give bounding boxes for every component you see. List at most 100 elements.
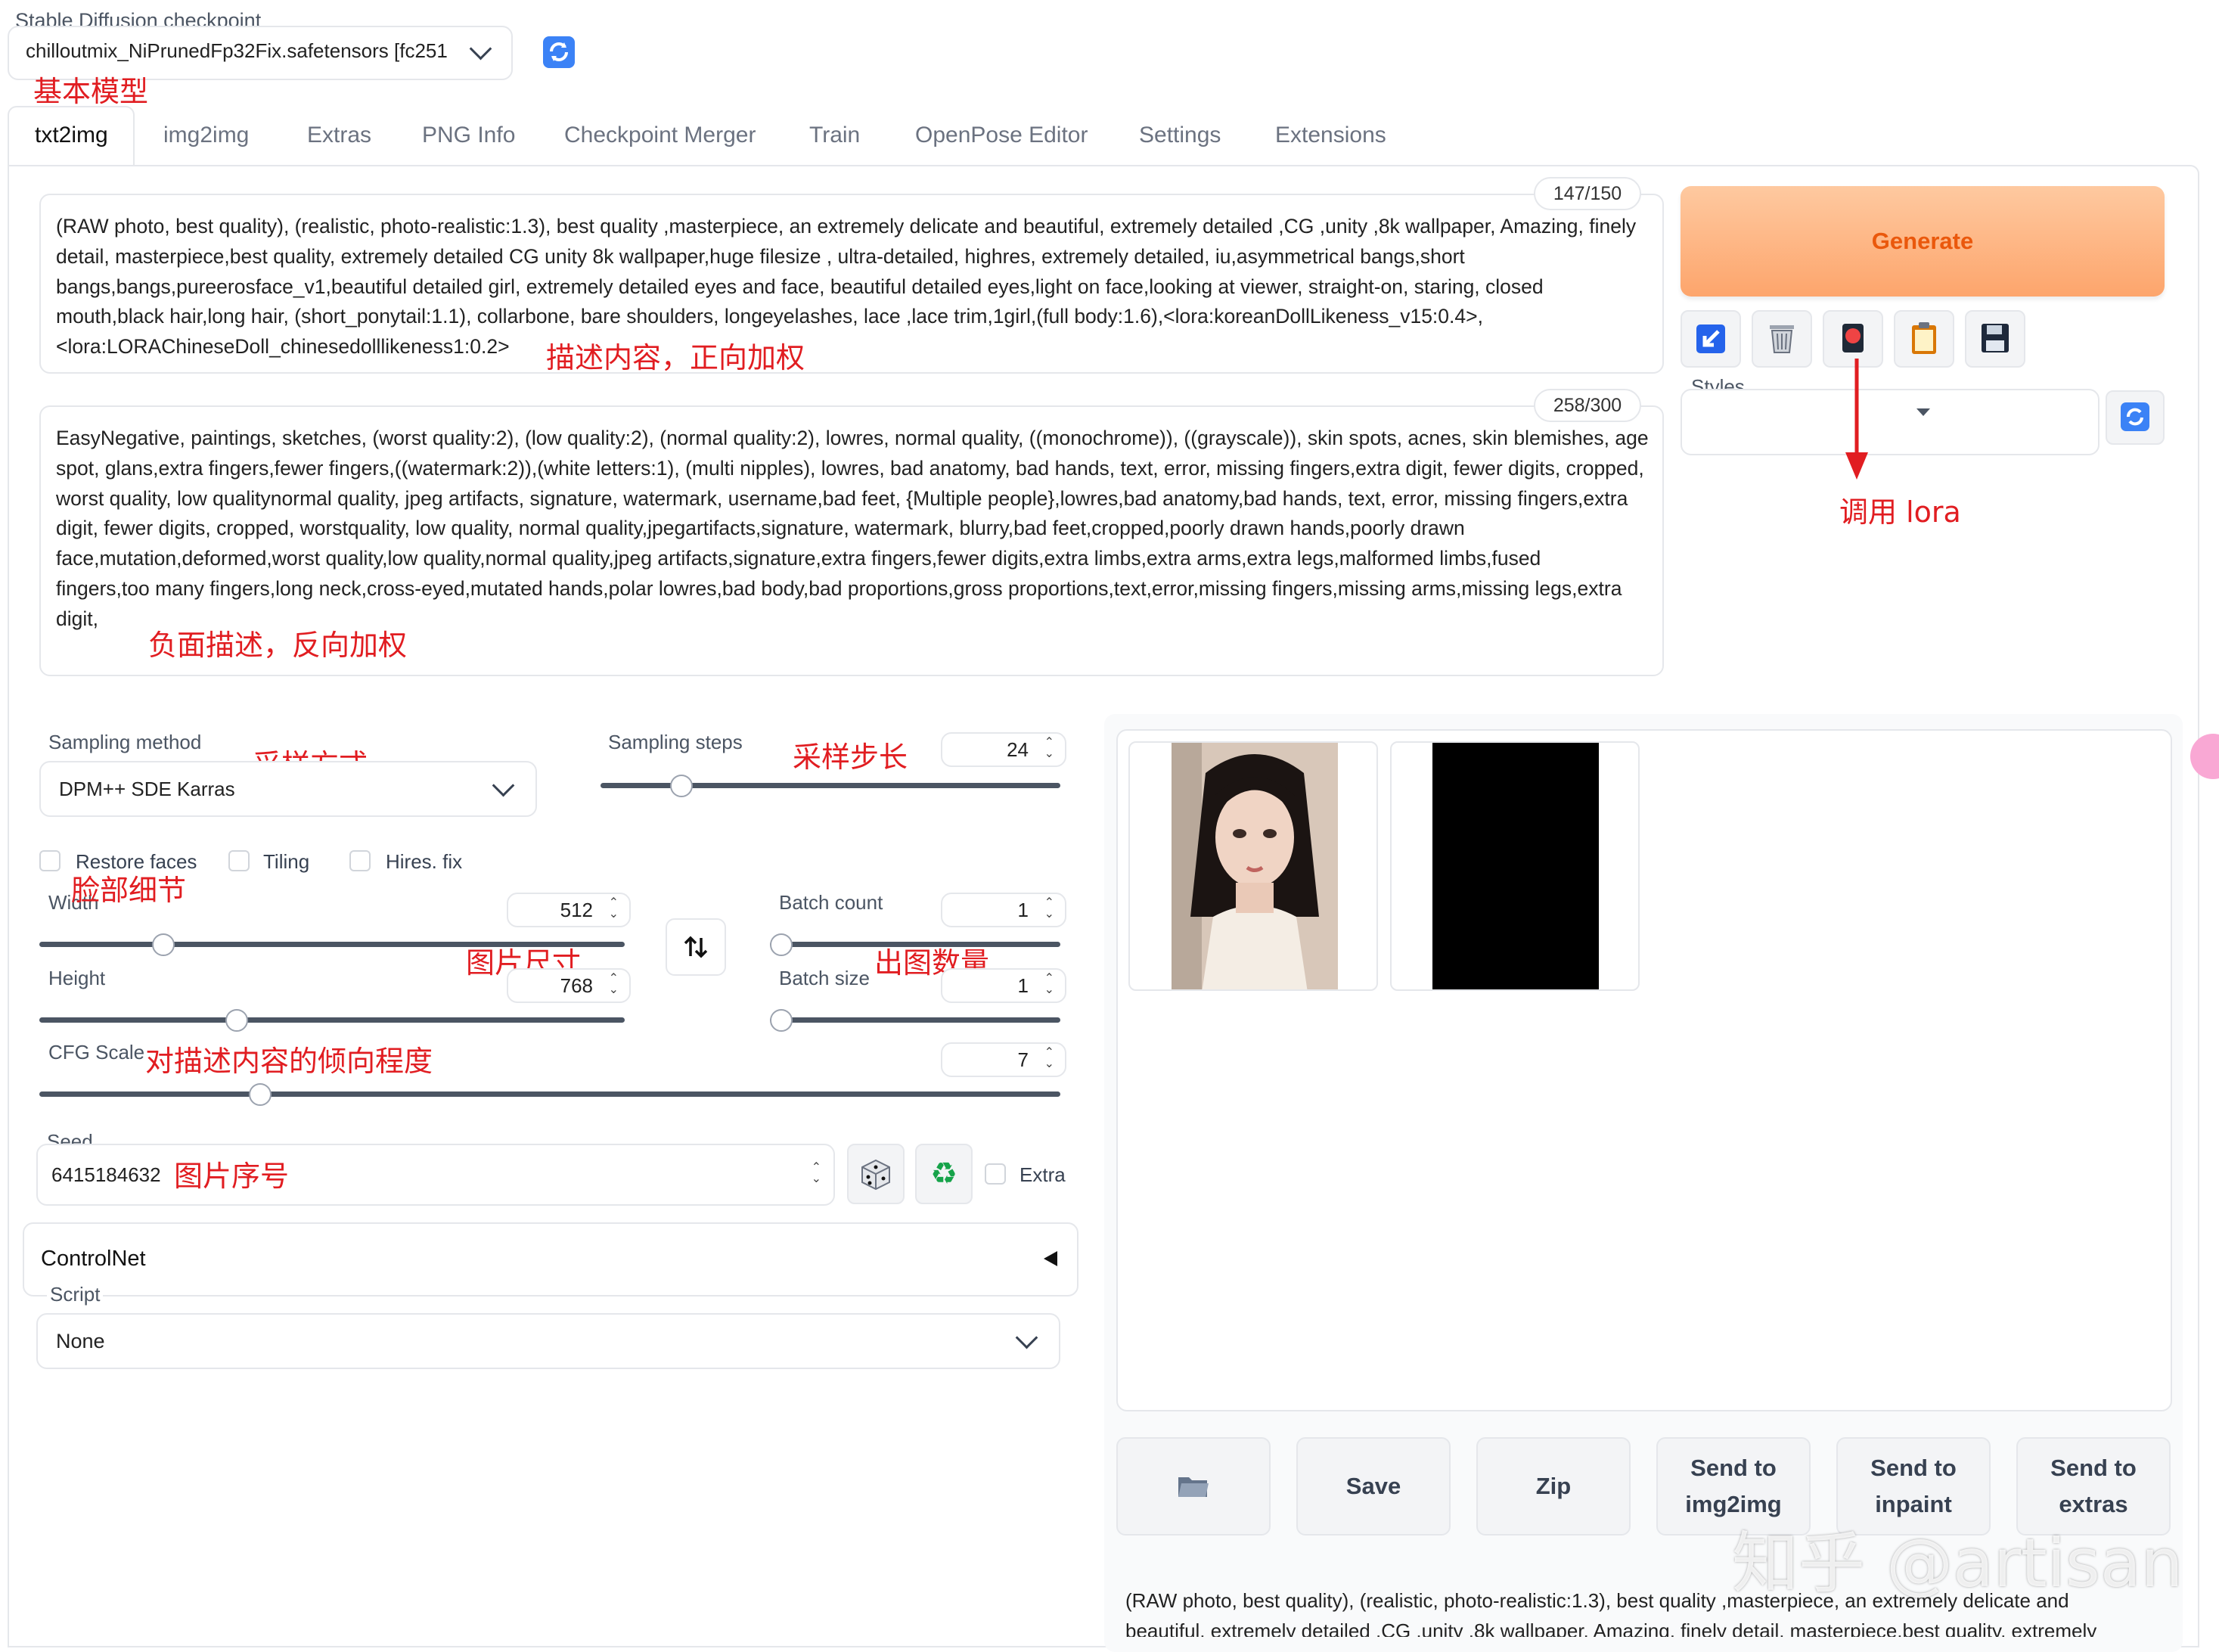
sampling-method-label: Sampling method: [48, 731, 202, 753]
height-slider[interactable]: [39, 1005, 625, 1035]
zip-label: Zip: [1535, 1473, 1572, 1499]
annotation-sampling-steps: 采样步长: [793, 741, 908, 774]
output-gallery: [1116, 729, 2172, 1411]
generate-label: Generate: [1871, 228, 1974, 254]
gallery-thumbnail[interactable]: [1390, 741, 1640, 991]
slider-thumb[interactable]: [770, 933, 793, 956]
dice-icon: [861, 1159, 890, 1191]
restore-faces-checkbox[interactable]: [39, 850, 61, 871]
negative-token-counter: 258/300: [1534, 389, 1641, 422]
batch-size-value: 1: [1017, 974, 1029, 997]
annotation-cfg: 对描述内容的倾向程度: [145, 1045, 433, 1078]
tab-checkpoint-merger[interactable]: Checkpoint Merger: [564, 123, 756, 148]
reuse-seed-button[interactable]: ♻: [915, 1144, 973, 1204]
portrait-image: [1172, 743, 1338, 989]
slider-thumb[interactable]: [151, 933, 175, 956]
tab-train[interactable]: Train: [809, 123, 860, 148]
spinner-icon: ⌃ ⌄: [1044, 736, 1054, 760]
black-image: [1432, 743, 1599, 989]
tab-settings[interactable]: Settings: [1139, 123, 1221, 148]
arrow-down-left-icon: [1696, 324, 1725, 353]
swap-dimensions-button[interactable]: [666, 918, 726, 976]
sampling-steps-slider[interactable]: [601, 770, 1060, 800]
width-input[interactable]: 512 ⌃ ⌄: [507, 893, 631, 927]
save-label: Save: [1345, 1473, 1401, 1499]
batch-size-input[interactable]: 1 ⌃ ⌄: [941, 968, 1066, 1003]
generate-button[interactable]: Generate: [1681, 186, 2165, 297]
tiling-checkbox[interactable]: [228, 850, 250, 871]
cfg-scale-value: 7: [1017, 1048, 1029, 1071]
cfg-scale-input[interactable]: 7 ⌃ ⌄: [941, 1042, 1066, 1077]
sampling-steps-input[interactable]: 24 ⌃ ⌄: [941, 732, 1066, 767]
zip-button[interactable]: Zip: [1476, 1437, 1631, 1536]
gallery-thumbnail[interactable]: [1128, 741, 1378, 991]
chevron-down-icon: [492, 774, 515, 797]
extra-seed-label: Extra: [1019, 1163, 1066, 1186]
tab-png-info[interactable]: PNG Info: [422, 123, 515, 148]
annotation-base-model: 基本模型: [33, 75, 149, 108]
clear-prompt-button[interactable]: [1752, 310, 1812, 368]
read-params-button[interactable]: [1681, 310, 1741, 368]
height-label: Height: [48, 967, 106, 989]
folder-icon: [1178, 1477, 1209, 1497]
batch-count-value: 1: [1017, 899, 1029, 921]
height-input[interactable]: 768 ⌃ ⌄: [507, 968, 631, 1003]
sampling-method-value: DPM++ SDE Karras: [59, 778, 235, 800]
chevron-down-icon: [469, 37, 492, 61]
seed-input[interactable]: 6415184632 ⌃ ⌄: [36, 1144, 835, 1206]
save-button[interactable]: Save: [1296, 1437, 1451, 1536]
save-style-button[interactable]: [1965, 310, 2025, 368]
slider-thumb[interactable]: [225, 1009, 248, 1032]
refresh-checkpoint-button[interactable]: [529, 27, 587, 76]
cfg-scale-label: CFG Scale: [48, 1041, 145, 1064]
apply-style-button[interactable]: [1894, 310, 1954, 368]
spinner-icon: ⌃ ⌄: [1044, 972, 1054, 996]
spinner-icon: ⌃ ⌄: [608, 896, 619, 921]
styles-select[interactable]: [1681, 389, 2100, 455]
controlnet-accordion[interactable]: ControlNet: [23, 1222, 1078, 1296]
random-seed-button[interactable]: [847, 1144, 905, 1204]
slider-thumb[interactable]: [670, 775, 694, 797]
checkpoint-value: chilloutmix_NiPrunedFp32Fix.safetensors …: [26, 39, 448, 62]
watermark: 知乎 @artisan: [1732, 1524, 2183, 1602]
batch-size-slider[interactable]: [770, 1005, 1060, 1035]
chevron-down-icon: [1015, 1326, 1038, 1349]
trash-icon: [1770, 325, 1794, 353]
annotation-prompt: 描述内容，正向加权: [546, 341, 805, 374]
hires-fix-label: Hires. fix: [386, 850, 463, 873]
floppy-disk-icon: [1982, 324, 2009, 352]
recycle-icon: ♻: [930, 1157, 957, 1191]
spinner-icon: ⌃ ⌄: [608, 972, 619, 996]
cfg-scale-slider[interactable]: [39, 1079, 1060, 1109]
annotation-restore-faces: 脸部细节: [71, 874, 187, 907]
controlnet-label: ControlNet: [41, 1247, 146, 1271]
script-select[interactable]: None: [36, 1313, 1060, 1369]
prompt-textarea[interactable]: (RAW photo, best quality), (realistic, p…: [39, 194, 1664, 374]
script-label: Script: [47, 1283, 104, 1306]
open-folder-button[interactable]: [1116, 1437, 1271, 1536]
spinner-icon: ⌃ ⌄: [1044, 1046, 1054, 1070]
hires-fix-checkbox[interactable]: [349, 850, 371, 871]
tab-txt2img[interactable]: txt2img: [8, 106, 135, 166]
collapse-triangle-icon: [1044, 1251, 1057, 1266]
script-value: None: [56, 1330, 105, 1352]
tab-img2img[interactable]: img2img: [163, 123, 249, 148]
batch-count-input[interactable]: 1 ⌃ ⌄: [941, 893, 1066, 927]
refresh-icon: [2121, 402, 2149, 431]
refresh-icon: [543, 36, 575, 68]
sampling-method-select[interactable]: DPM++ SDE Karras: [39, 761, 537, 817]
annotation-negative: 负面描述，反向加权: [148, 629, 408, 662]
tab-openpose-editor[interactable]: OpenPose Editor: [915, 123, 1088, 148]
extra-seed-checkbox[interactable]: [985, 1163, 1006, 1185]
slider-thumb[interactable]: [770, 1009, 793, 1032]
tab-extensions[interactable]: Extensions: [1275, 123, 1386, 148]
batch-size-label: Batch size: [779, 967, 870, 989]
tab-extras[interactable]: Extras: [307, 123, 371, 148]
tiling-label: Tiling: [263, 850, 310, 873]
refresh-styles-button[interactable]: [2106, 390, 2165, 445]
spinner-icon: ⌃ ⌄: [811, 1161, 821, 1185]
sampling-steps-value: 24: [1007, 738, 1029, 761]
clipboard-icon: [1912, 322, 1936, 354]
slider-thumb[interactable]: [249, 1083, 272, 1106]
seed-value: 6415184632: [51, 1163, 161, 1186]
